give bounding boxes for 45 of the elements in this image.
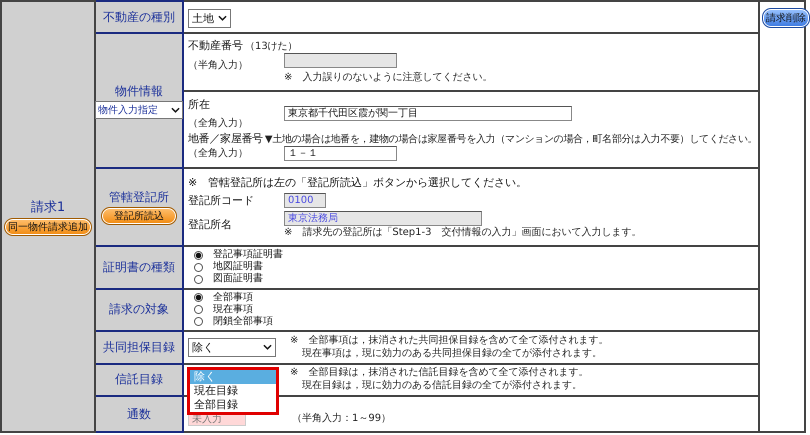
radio-label[interactable]: 全部事項	[213, 292, 253, 304]
location-field[interactable]: 東京都千代田区霞が関一丁目	[284, 106, 572, 122]
add-request-button[interactable]: 同一物件請求追加	[4, 218, 92, 236]
dropdown-option[interactable]: 全部目録	[190, 398, 276, 412]
dropdown-option[interactable]: 現在目録	[190, 384, 276, 398]
field-label: 地番／家屋番号	[188, 132, 263, 145]
field-label: 不動産番号	[188, 39, 243, 52]
digits-hint: （13けた）	[245, 40, 298, 54]
radio-label[interactable]: 登記事項証明書	[213, 249, 283, 262]
input-hint: （半角入力：1～99）	[292, 413, 392, 426]
lot-note: ▼土地の場合は地番を，建物の場合は家屋番号を入力（マンションの場合，町名部分は入力不要）してください。	[264, 134, 758, 146]
field-label: 管轄登記所	[109, 188, 169, 206]
field-label: 通数	[95, 396, 183, 432]
field-label: 請求の対象	[95, 288, 183, 332]
collateral-note: 現在事項は，現に効力のある共同担保目録の全てが添付されます。	[301, 348, 602, 360]
field-label: 証明書の種類	[95, 246, 183, 289]
registry-instruction: ※ 管轄登記所は左の「登記所読込」ボタンから選択してください。	[188, 174, 528, 190]
request-title: 請求1	[30, 198, 66, 216]
field-label: 信託目録	[95, 364, 183, 396]
input-hint: （全角入力）	[188, 118, 248, 129]
field-label: 所在	[188, 98, 211, 111]
registry-name-field: 東京法務局	[284, 210, 482, 226]
trust-note: ※ 全部目録は，抹消された信託目録を含めて全て添付されます。	[290, 367, 588, 380]
type-select[interactable]: 土地	[188, 8, 231, 28]
radio-label[interactable]: 現在事項	[213, 304, 253, 316]
field-label: 登記所コード	[188, 194, 255, 207]
collateral-note: ※ 全部事項は，抹消された共同担保目録を含めて全て添付されます。	[290, 334, 608, 347]
collateral-select[interactable]: 除く	[188, 338, 276, 357]
trust-note: 現在目録は，現に効力のある信託目録の全てが添付されます。	[301, 380, 582, 392]
radio-label[interactable]: 図面証明書	[213, 273, 263, 286]
input-hint: （全角入力）	[188, 146, 249, 160]
input-mode-select[interactable]: 物件入力指定	[95, 100, 183, 119]
delete-request-button[interactable]: 請求削除	[762, 8, 810, 28]
field-label: 登記所名	[188, 218, 233, 232]
field-label: 物件情報	[115, 82, 163, 100]
field-label: 不動産の種別	[95, 1, 183, 34]
radio-label[interactable]: 閉鎖全部事項	[213, 316, 273, 328]
field-label: 共同担保目録	[95, 331, 183, 364]
input-hint: （半角入力）	[188, 60, 248, 72]
registry-code-field: 0100	[284, 192, 326, 208]
caution-note: ※ 入力誤りのないように注意してください。	[283, 72, 494, 84]
radio-label[interactable]: 地図証明書	[213, 261, 263, 274]
load-registry-button[interactable]: 登記所読込	[101, 206, 177, 225]
registry-note: ※ 請求先の登記所は「Step1-3 交付情報の入力」画面において入力します。	[284, 226, 642, 239]
lot-number-field[interactable]: １－１	[284, 146, 397, 161]
